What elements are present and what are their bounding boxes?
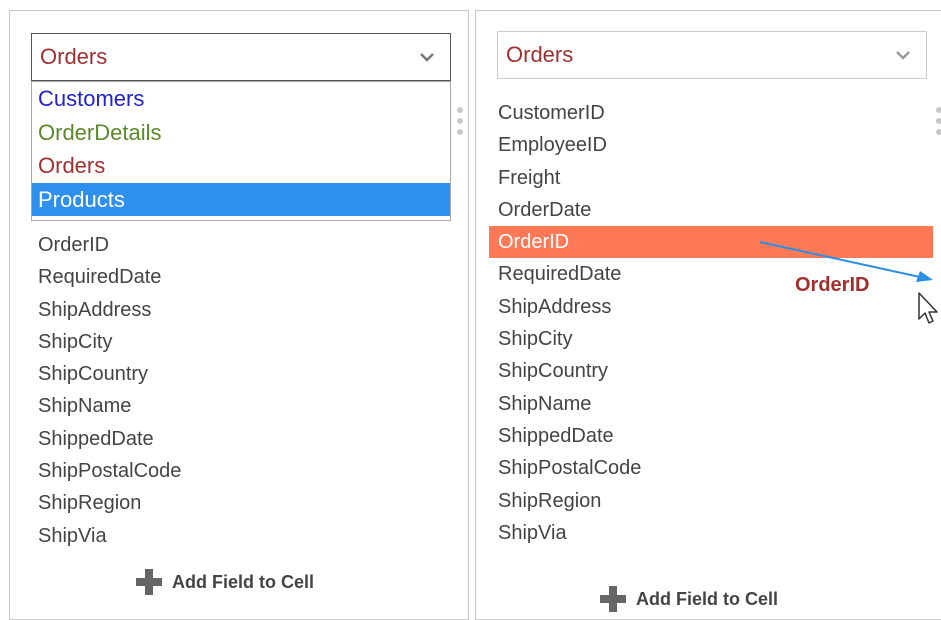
- field-list: CustomerID EmployeeID Freight OrderDate …: [489, 97, 941, 549]
- field-item[interactable]: ShipPostalCode: [36, 455, 181, 487]
- field-item[interactable]: ShipRegion: [36, 487, 181, 519]
- field-item[interactable]: ShipAddress: [36, 294, 181, 326]
- dropdown-value: Orders: [506, 42, 574, 67]
- add-field-button[interactable]: Add Field to Cell: [136, 569, 314, 595]
- field-item[interactable]: ShipVia: [36, 520, 181, 552]
- field-item[interactable]: OrderDate: [496, 194, 941, 226]
- option-orderdetails[interactable]: OrderDetails: [32, 116, 450, 150]
- drag-label: OrderID: [795, 274, 870, 296]
- plus-icon: [600, 586, 626, 612]
- field-item[interactable]: ShipAddress: [496, 291, 941, 323]
- option-customers[interactable]: Customers: [32, 82, 450, 116]
- add-field-label: Add Field to Cell: [172, 571, 314, 592]
- field-item[interactable]: ShipName: [36, 390, 181, 422]
- left-panel: Orders Customers OrderDetails Orders Pro…: [9, 10, 469, 620]
- field-item[interactable]: Freight: [496, 162, 941, 194]
- field-item[interactable]: CustomerID: [496, 97, 941, 129]
- option-orders[interactable]: Orders: [32, 149, 450, 183]
- option-products[interactable]: Products: [32, 182, 450, 216]
- field-item[interactable]: ShippedDate: [496, 420, 941, 452]
- field-item[interactable]: RequiredDate: [36, 261, 181, 293]
- chevron-down-icon: [420, 53, 434, 62]
- right-panel: Orders CustomerID EmployeeID Freight Ord…: [475, 10, 941, 620]
- field-item[interactable]: OrderID: [36, 229, 181, 261]
- add-field-button[interactable]: Add Field to Cell: [600, 586, 778, 612]
- dropdown-value: Orders: [40, 44, 108, 69]
- chevron-down-icon: [896, 51, 910, 60]
- field-item[interactable]: ShipVia: [496, 517, 941, 549]
- table-dropdown[interactable]: Orders: [31, 33, 451, 81]
- add-field-label: Add Field to Cell: [636, 588, 778, 609]
- table-dropdown[interactable]: Orders: [497, 31, 927, 79]
- field-item[interactable]: ShipCity: [496, 323, 941, 355]
- dropdown-options-list: Customers OrderDetails Orders Products: [31, 81, 451, 221]
- drag-handle-icon[interactable]: [457, 107, 465, 141]
- field-item[interactable]: ShipPostalCode: [496, 452, 941, 484]
- field-item[interactable]: ShipName: [496, 388, 941, 420]
- field-item[interactable]: ShipCountry: [496, 355, 941, 387]
- field-item[interactable]: ShippedDate: [36, 423, 181, 455]
- field-item[interactable]: EmployeeID: [496, 129, 941, 161]
- field-item[interactable]: ShipRegion: [496, 485, 941, 517]
- field-item[interactable]: ShipCountry: [36, 358, 181, 390]
- field-list: OrderID RequiredDate ShipAddress ShipCit…: [36, 229, 181, 552]
- arrow-pointer-icon: [918, 292, 938, 324]
- plus-icon: [136, 569, 162, 595]
- field-item[interactable]: ShipCity: [36, 326, 181, 358]
